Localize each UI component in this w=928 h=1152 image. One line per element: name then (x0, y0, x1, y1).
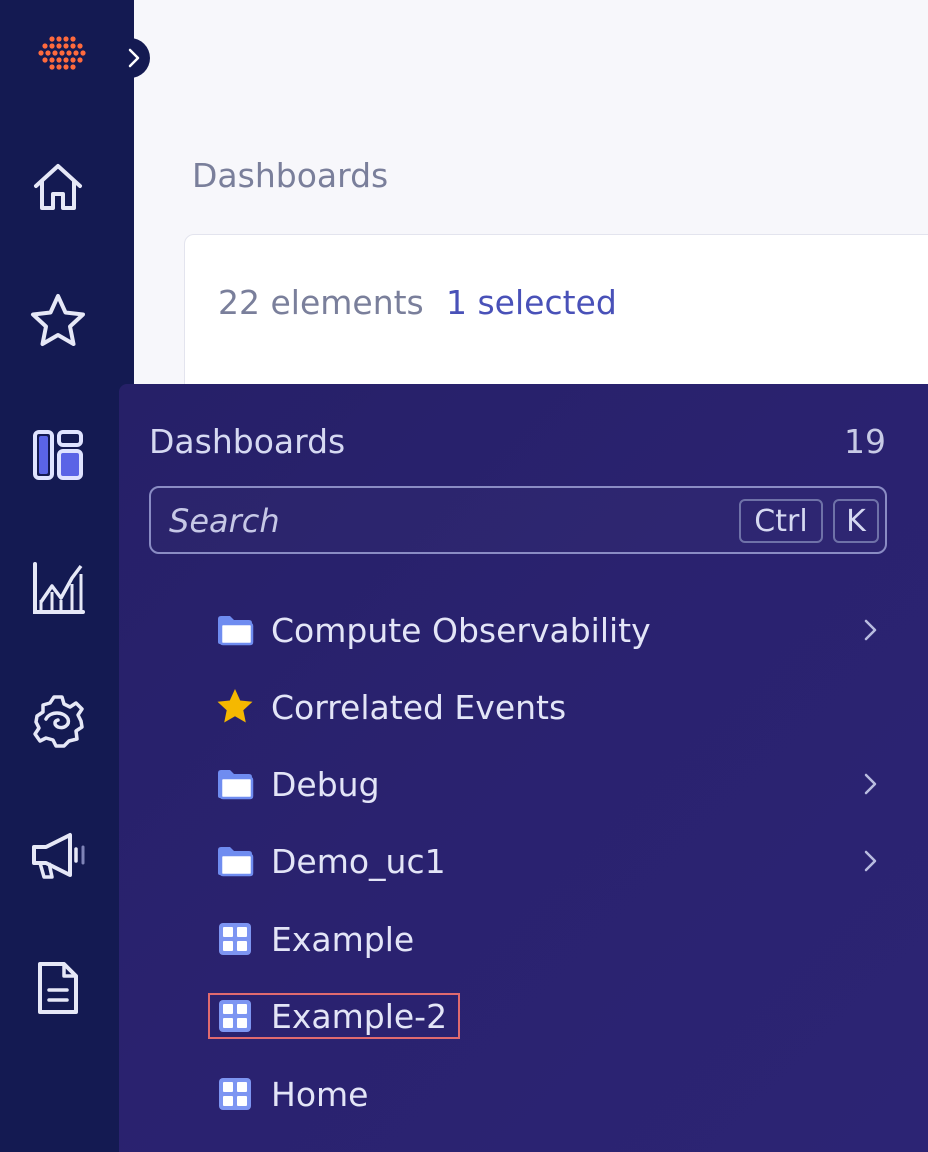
rail-analytics-button[interactable] (22, 552, 94, 624)
panel-title: Dashboards (149, 422, 346, 461)
dashboard-grid-icon (213, 917, 257, 961)
rail-home-button[interactable] (22, 152, 94, 224)
tree-item-label: Demo_uc1 (271, 841, 446, 881)
tree-item-label: Correlated Events (271, 687, 567, 727)
tree-item-folder[interactable]: Debug (213, 756, 893, 812)
chart-icon (33, 562, 85, 614)
folder-icon (213, 762, 257, 806)
hexagon-dots-logo-icon[interactable] (34, 30, 94, 80)
rail-dashboards-button[interactable] (22, 419, 94, 491)
dashboards-flyout-panel: Dashboards 19 Ctrl K Compute Observabili… (119, 384, 928, 1152)
search-input[interactable] (167, 498, 711, 544)
folder-icon (213, 608, 257, 652)
page-title: Dashboards (192, 156, 389, 195)
dashboard-grid-icon (213, 1072, 257, 1116)
dashboard-count-badge: 19 (844, 422, 886, 461)
home-icon (34, 164, 82, 210)
dashboard-grid-icon (213, 994, 257, 1038)
tree-item-dashboard[interactable]: Example-2 (213, 988, 893, 1044)
rail-settings-button[interactable] (22, 685, 94, 757)
tree-item-label: Example (271, 919, 415, 959)
gear-icon (33, 695, 84, 748)
tree-item-dashboard[interactable]: Example (213, 911, 893, 967)
chevron-right-icon[interactable] (853, 766, 889, 802)
tree-item-folder[interactable]: Compute Observability (213, 602, 893, 658)
document-icon (38, 962, 78, 1014)
element-count: 22 elements (218, 283, 424, 322)
tree-item-label: Debug (271, 764, 380, 804)
star-icon (213, 685, 257, 729)
star-icon (31, 294, 85, 346)
chevron-right-icon[interactable] (853, 843, 889, 879)
chevron-right-icon (128, 48, 140, 68)
rail-favorites-button[interactable] (22, 285, 94, 357)
chevron-right-icon[interactable] (853, 612, 889, 648)
dashboards-icon (33, 430, 83, 480)
left-nav-rail (0, 0, 134, 1152)
shortcut-k-key: K (833, 499, 879, 543)
shortcut-ctrl-key: Ctrl (739, 499, 823, 543)
tree-item-label: Home (271, 1074, 369, 1114)
tree-item-label: Example-2 (271, 996, 448, 1036)
megaphone-icon (32, 833, 85, 879)
folder-icon (213, 839, 257, 883)
rail-documents-button[interactable] (22, 952, 94, 1024)
tree-item-dashboard[interactable]: Home (213, 1066, 893, 1122)
tree-item-dashboard[interactable]: Correlated Events (213, 679, 893, 735)
selection-count-link[interactable]: 1 selected (446, 283, 617, 322)
expand-sidebar-button[interactable] (118, 38, 150, 78)
search-box: Ctrl K (149, 486, 887, 554)
rail-announcements-button[interactable] (22, 819, 94, 891)
tree-item-label: Compute Observability (271, 610, 651, 650)
tree-item-folder[interactable]: Demo_uc1 (213, 833, 893, 889)
